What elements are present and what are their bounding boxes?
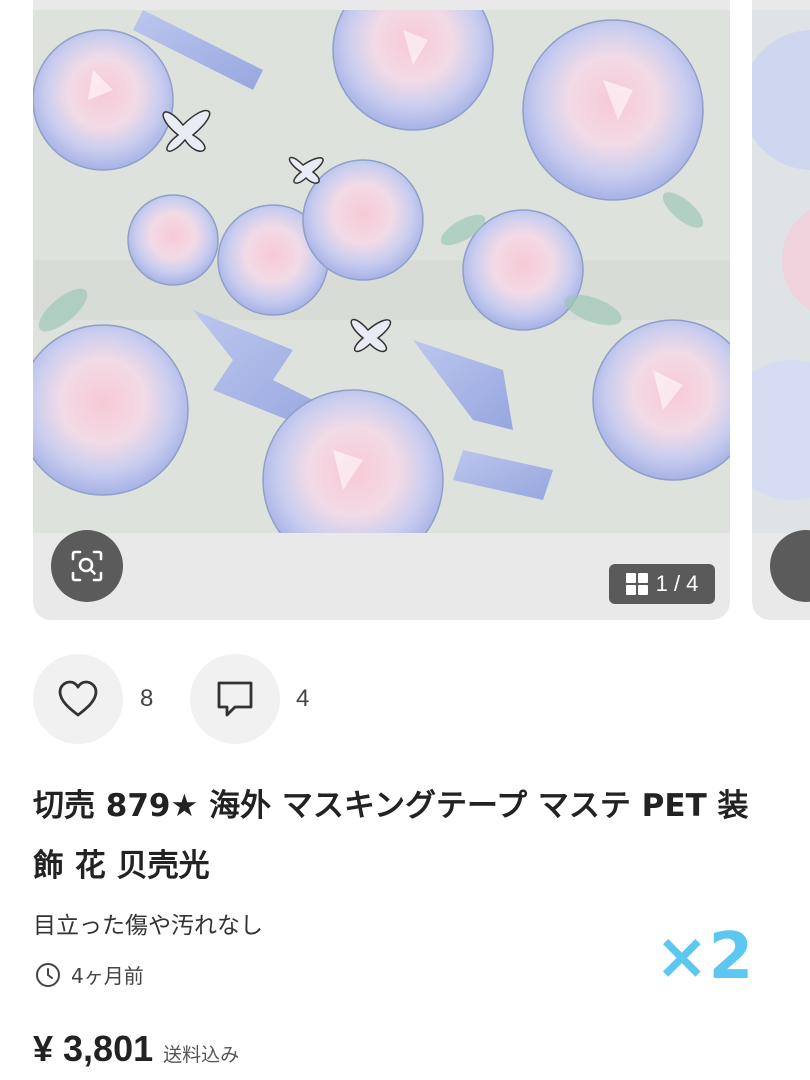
shipping-note: 送料込み (163, 1044, 240, 1066)
comment-icon (217, 681, 253, 717)
product-title: 切売 879★ 海外 マスキングテープ マステ PET 装飾 花 贝壳光 (33, 788, 749, 884)
comments-count: 4 (296, 685, 310, 712)
posted-time: 4ヶ月前 (35, 960, 144, 989)
price-row: ¥ 3,801 送料込み (33, 1028, 239, 1070)
next-image-search-button[interactable] (770, 530, 810, 602)
next-image-card[interactable] (752, 0, 810, 620)
image-counter-text: 1 / 4 (655, 571, 699, 596)
likes-count: 8 (140, 685, 154, 712)
product-photo[interactable] (33, 10, 730, 533)
heart-icon (58, 680, 98, 717)
zoom-level-badge: ×2 (655, 920, 754, 994)
comment-button[interactable] (190, 654, 280, 744)
grid-icon (625, 573, 648, 595)
price: ¥ 3,801 (33, 1028, 154, 1069)
posted-time-text: 4ヶ月前 (71, 964, 144, 988)
image-search-button[interactable] (51, 530, 123, 602)
next-product-photo (752, 10, 810, 533)
item-condition: 目立った傷や汚れなし (33, 913, 263, 939)
engagement-bar: 8 4 (33, 654, 433, 744)
like-button[interactable] (33, 654, 123, 744)
image-carousel[interactable]: 1 / 4 (0, 0, 810, 625)
product-image-card[interactable]: 1 / 4 (33, 0, 730, 620)
clock-icon (36, 962, 60, 987)
image-search-icon (71, 550, 103, 582)
image-counter: 1 / 4 (609, 564, 715, 604)
